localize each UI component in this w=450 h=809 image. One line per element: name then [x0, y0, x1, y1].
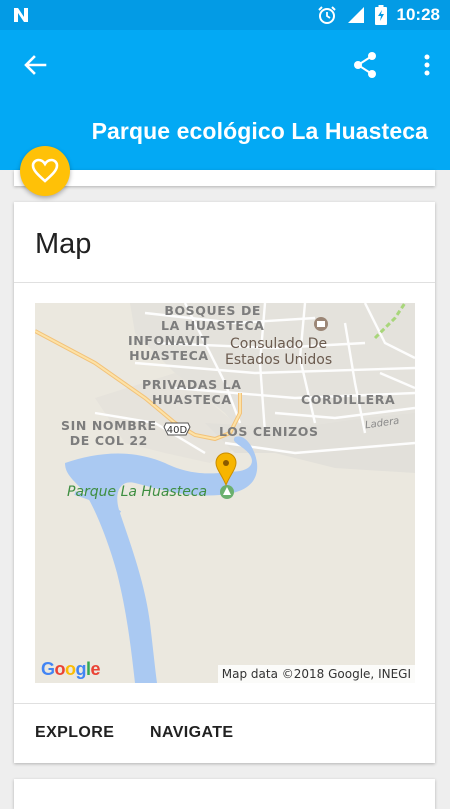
status-bar: 10:28 [0, 0, 450, 30]
google-logo: Google [41, 659, 101, 679]
map-label-cordillera: CORDILLERA [301, 392, 396, 407]
signal-icon [347, 7, 364, 23]
route-shield: 40D [163, 422, 191, 436]
map-label-bosques: BOSQUES DE LA HUASTECA [161, 303, 265, 333]
next-card [14, 779, 435, 809]
card-actions: EXPLORE NAVIGATE [14, 704, 435, 763]
consulate-marker-icon [314, 317, 328, 331]
favorite-button[interactable] [20, 146, 70, 196]
info-card-bottom-edge [14, 170, 435, 186]
divider [14, 282, 435, 283]
map-label-park: Parque La Huasteca [67, 484, 208, 500]
n-notification-icon [14, 8, 28, 22]
app-bar: Parque ecológico La Huasteca [0, 30, 450, 170]
back-arrow-icon[interactable] [20, 50, 50, 80]
map-label-sin-nombre: SIN NOMBRE DE COL 22 [61, 418, 157, 448]
svg-text:40D: 40D [167, 425, 188, 436]
map-card: Map 40D BOSQUES DE LA HUASTECA INFONAVIT… [14, 202, 435, 763]
park-marker-icon [220, 485, 234, 499]
map-attribution[interactable]: Map data ©2018 Google, INEGI [217, 665, 415, 683]
explore-button[interactable]: EXPLORE [35, 724, 114, 742]
map-label-infonavit: INFONAVIT HUASTECA [128, 333, 210, 363]
status-time: 10:28 [396, 5, 440, 24]
map-label-consulate: Consulado De Estados Unidos [225, 336, 333, 368]
share-icon[interactable] [352, 50, 378, 80]
map-view[interactable]: 40D BOSQUES DE LA HUASTECA INFONAVIT HUA… [35, 303, 415, 683]
navigate-button[interactable]: NAVIGATE [150, 724, 234, 742]
battery-charging-icon [374, 5, 387, 25]
map-card-title: Map [35, 228, 92, 260]
page-title: Parque ecológico La Huasteca [91, 118, 428, 144]
map-label-privadas: PRIVADAS LA HUASTECA [142, 377, 242, 407]
alarm-icon [317, 6, 336, 24]
map-label-cenizos: LOS CENIZOS [219, 424, 319, 439]
more-vert-icon[interactable] [422, 50, 432, 80]
heart-outline-icon [31, 158, 59, 183]
